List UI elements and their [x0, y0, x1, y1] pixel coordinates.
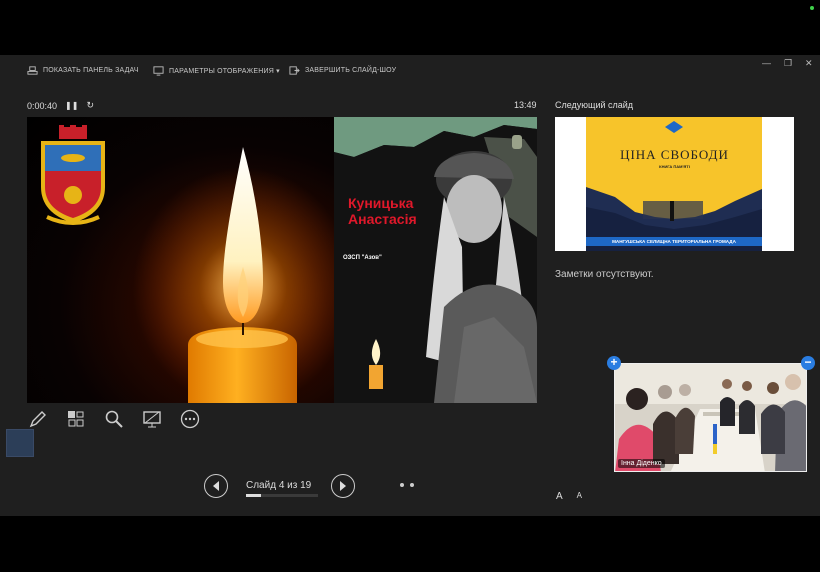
increase-font-button[interactable]: A	[556, 491, 563, 502]
arrow-right-icon	[340, 481, 346, 491]
display-settings-button[interactable]: ПАРАМЕТРЫ ОТОБРАЖЕНИЯ ▾	[153, 65, 280, 76]
black-screen-button[interactable]	[141, 408, 163, 430]
next-slide-heading: Следующий слайд	[555, 100, 634, 110]
show-taskbar-button[interactable]: ПОКАЗАТЬ ПАНЕЛЬ ЗАДАЧ	[27, 65, 139, 76]
pen-icon	[29, 411, 46, 428]
coat-of-arms-icon	[41, 125, 105, 225]
close-button[interactable]: ✕	[805, 58, 813, 69]
minimize-button[interactable]: —	[762, 58, 771, 68]
taskbar-icon	[27, 66, 38, 75]
taskbar-app-thumbnail[interactable]	[6, 429, 34, 457]
next-slide-footer: МАНГУШСЬКА СЕЛИЩНА ТЕРИТОРІАЛЬНА ГРОМАДА	[586, 237, 762, 246]
screen-toggle-icon	[143, 411, 161, 428]
slides-grid-icon	[68, 411, 84, 427]
current-slide[interactable]: Куницька Анастасія ОЗСП "Азов"	[27, 117, 537, 403]
participant-name: Інна Діденко	[618, 459, 665, 468]
slide-person-name: Куницька Анастасія	[348, 195, 417, 227]
end-slideshow-label: ЗАВЕРШИТЬ СЛАЙД-ШОУ	[305, 67, 397, 74]
pen-tool-button[interactable]	[27, 408, 49, 430]
presenter-toolbar: ПОКАЗАТЬ ПАНЕЛЬ ЗАДАЧ ПАРАМЕТРЫ ОТОБРАЖЕ…	[0, 55, 820, 87]
next-slide-button[interactable]	[331, 474, 355, 498]
see-all-slides-button[interactable]	[65, 408, 87, 430]
slide-counter: Слайд 4 из 19	[246, 480, 312, 491]
slide-unit-label: ОЗСП "Азов"	[343, 255, 382, 261]
video-remove-button[interactable]: −	[801, 356, 815, 370]
arrow-left-icon	[213, 481, 219, 491]
slide-tools	[27, 408, 201, 430]
slide-progress-bar	[246, 494, 318, 497]
candle-panel	[27, 117, 353, 403]
handle-dot	[410, 483, 414, 487]
decrease-font-button[interactable]: A	[577, 491, 582, 502]
memorial-panel: Куницька Анастасія ОЗСП "Азов"	[334, 117, 537, 403]
timer: 0:00:40 ❚❚ ↻	[27, 100, 94, 111]
elapsed-time: 0:00:40	[27, 100, 58, 111]
pane-splitter-handle[interactable]	[400, 483, 414, 487]
speaker-notes[interactable]: Заметки отсутствуют.	[555, 269, 654, 280]
status-light	[810, 6, 814, 10]
show-taskbar-label: ПОКАЗАТЬ ПАНЕЛЬ ЗАДАЧ	[43, 67, 139, 74]
next-slide-title: ЦІНА СВОБОДИ	[620, 147, 729, 162]
notes-font-controls: A A	[556, 491, 582, 502]
end-slideshow-button[interactable]: ЗАВЕРШИТЬ СЛАЙД-ШОУ	[289, 65, 396, 76]
zoom-button[interactable]	[103, 408, 125, 430]
handle-dot	[400, 483, 404, 487]
display-settings-label: ПАРАМЕТРЫ ОТОБРАЖЕНИЯ ▾	[169, 67, 280, 75]
next-slide-artwork	[586, 117, 762, 251]
meeting-room-video	[615, 364, 806, 471]
current-time: 13:49	[514, 100, 537, 110]
next-slide-subtitle: КНИГА ПАМ'ЯТІ	[659, 164, 690, 169]
monitor-settings-icon	[153, 66, 164, 76]
more-icon	[180, 409, 200, 429]
slide-progress-fill	[246, 494, 262, 497]
magnifier-icon	[105, 410, 123, 428]
restart-timer-icon[interactable]: ↻	[86, 100, 94, 111]
next-slide-preview[interactable]: ЦІНА СВОБОДИ КНИГА ПАМ'ЯТІ МАНГУШСЬКА СЕ…	[555, 117, 794, 251]
video-call-window[interactable]: Інна Діденко	[614, 363, 807, 472]
more-options-button[interactable]	[179, 408, 201, 430]
video-add-button[interactable]: +	[607, 356, 621, 370]
end-show-icon	[289, 66, 300, 75]
pause-icon[interactable]: ❚❚	[65, 101, 78, 110]
restore-button[interactable]: ❐	[784, 58, 792, 69]
previous-slide-button[interactable]	[204, 474, 228, 498]
slide-navigation: Слайд 4 из 19	[204, 472, 364, 502]
